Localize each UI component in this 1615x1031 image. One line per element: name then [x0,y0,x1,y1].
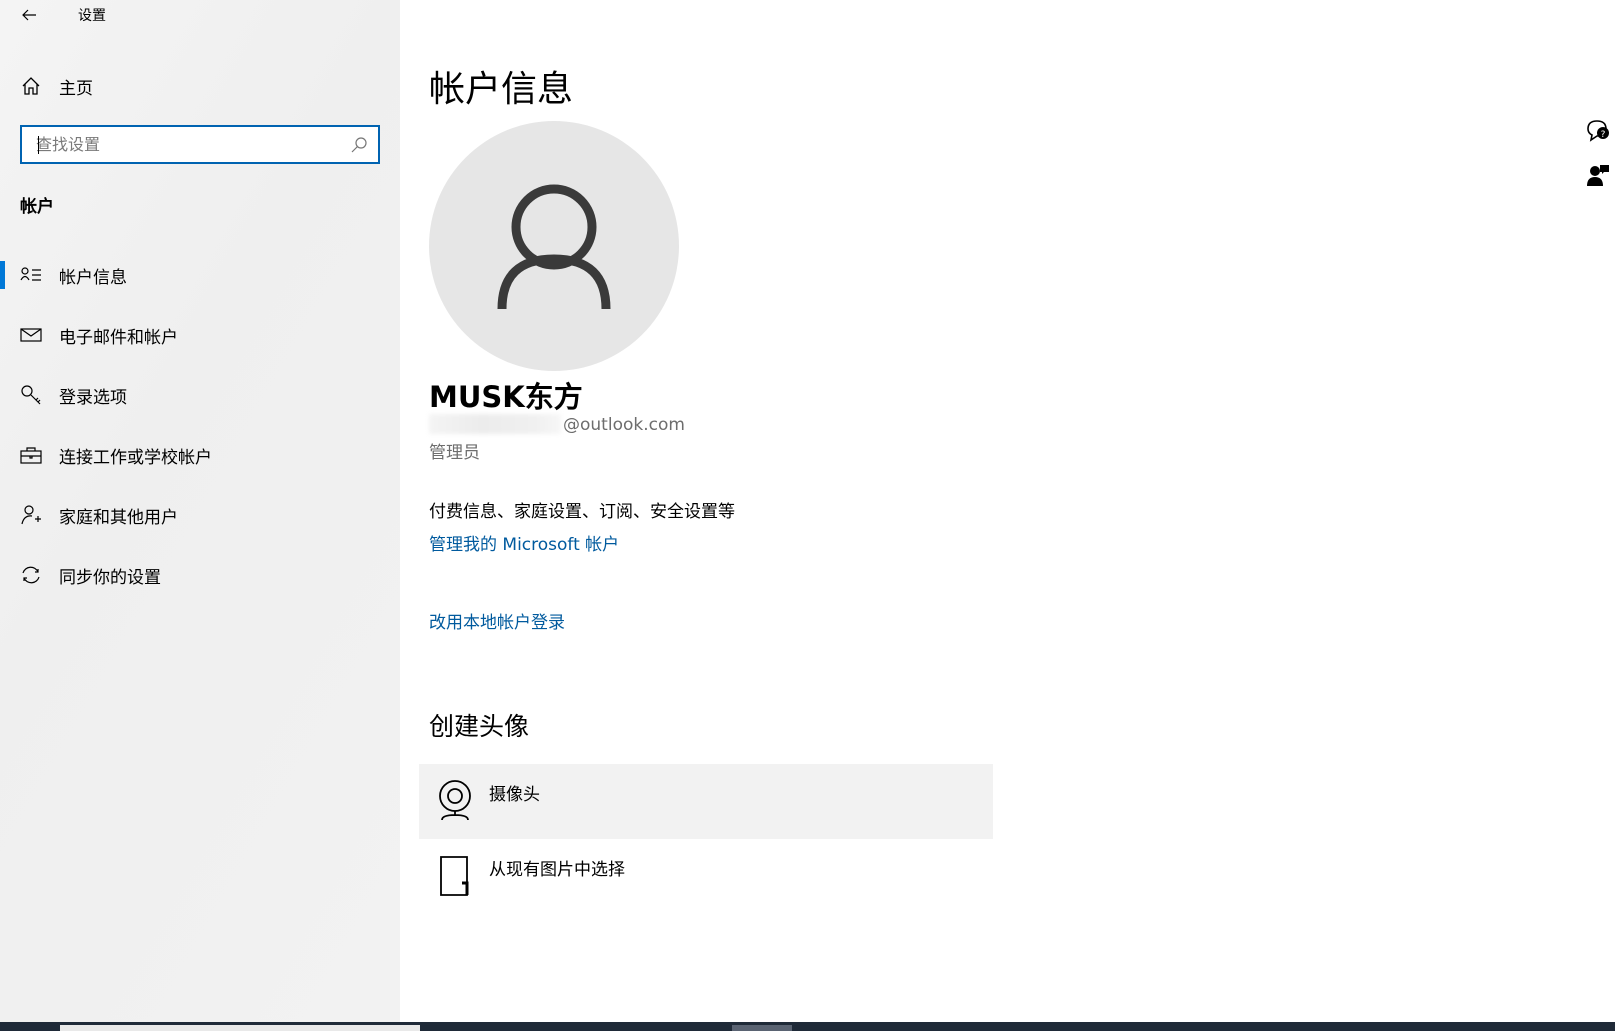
browse-picture-option-label: 从现有图片中选择 [489,860,625,880]
browse-file-icon [440,856,469,896]
camera-option[interactable]: 摄像头 [419,764,993,839]
section-heading: 帐户 [20,197,54,217]
title-bar: 设置 [0,0,400,30]
search-icon[interactable] [350,136,368,154]
sidebar-item-sync-settings[interactable]: 同步你的设置 [0,556,400,594]
user-name: MUSK东方 [429,380,583,414]
browse-picture-option[interactable]: 从现有图片中选择 [419,839,993,914]
sidebar-item-home[interactable]: 主页 [0,68,400,104]
account-info-description: 付费信息、家庭设置、订阅、安全设置等 [429,502,735,522]
taskbar-segment [732,1025,792,1031]
user-role: 管理员 [429,443,480,463]
sidebar-item-label: 连接工作或学校帐户 [59,447,212,468]
svg-text:?: ? [1601,130,1606,140]
user-silhouette-icon [497,184,611,310]
taskbar-segment [60,1025,420,1031]
sidebar-item-email-accounts[interactable]: 电子邮件和帐户 [0,316,400,354]
sidebar-item-work-school[interactable]: 连接工作或学校帐户 [0,436,400,474]
sidebar-item-label: 帐户信息 [59,267,127,288]
search-box[interactable] [20,125,380,164]
sidebar: 设置 主页 帐户 帐户信息 [0,0,400,1022]
briefcase-icon [20,444,42,466]
text-caret [38,136,39,154]
key-icon [20,384,42,406]
sidebar-item-sign-in-options[interactable]: 登录选项 [0,376,400,414]
sidebar-item-label: 家庭和其他用户 [59,507,178,528]
camera-option-label: 摄像头 [489,785,540,805]
search-input[interactable] [22,127,342,162]
user-email: @outlook.com [429,414,685,435]
taskbar-strip [0,1022,1615,1031]
app-title: 设置 [78,8,106,24]
account-info-icon [20,264,42,286]
redacted-email [429,414,561,434]
avatar [429,121,679,371]
sync-icon [20,564,42,586]
feedback-icon[interactable] [1585,162,1611,188]
page-title: 帐户信息 [429,69,574,110]
sidebar-item-family-users[interactable]: 家庭和其他用户 [0,496,400,534]
right-help-icons: ? [1585,118,1615,206]
get-help-icon[interactable]: ? [1585,118,1611,144]
back-button[interactable] [14,2,44,28]
manage-microsoft-account-link[interactable]: 管理我的 Microsoft 帐户 [429,530,619,555]
webcam-icon [439,780,471,821]
sidebar-item-label: 登录选项 [59,387,127,408]
add-user-icon [20,504,42,526]
main-content: 帐户信息 MUSK东方 @outlook.com 管理员 付费信息、家庭设置、订… [400,0,1615,1022]
local-account-signin-link[interactable]: 改用本地帐户登录 [429,608,565,633]
back-arrow-icon [22,9,36,21]
create-avatar-heading: 创建头像 [429,712,530,741]
sidebar-item-account-info[interactable]: 帐户信息 [0,256,400,294]
sidebar-item-label: 电子邮件和帐户 [59,327,178,348]
sidebar-nav: 帐户信息 电子邮件和帐户 登录选项 连接工作或学校帐户 家庭和其他用户 同步你的… [0,256,400,616]
sidebar-item-label: 主页 [59,78,93,99]
sidebar-item-label: 同步你的设置 [59,567,161,588]
mail-icon [20,324,42,346]
home-icon [20,75,42,97]
email-suffix: @outlook.com [563,415,685,435]
